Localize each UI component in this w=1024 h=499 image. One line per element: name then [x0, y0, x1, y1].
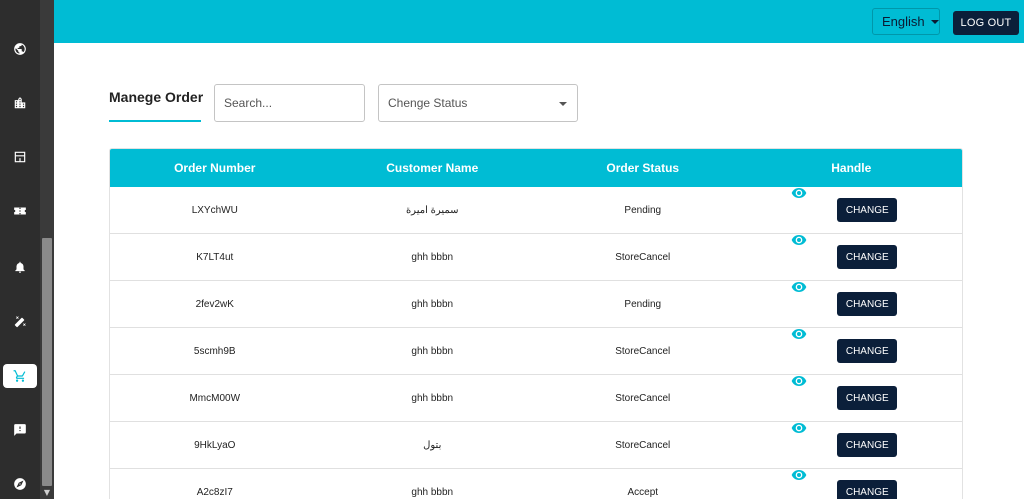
change-button[interactable]: CHANGE	[837, 198, 898, 222]
customer-name: ghh bbbn	[411, 345, 454, 357]
building-icon[interactable]	[3, 91, 37, 115]
store-icon[interactable]	[3, 145, 37, 169]
table-row: A2c8zI7 ghh bbbn Accept CHANGE	[110, 469, 962, 499]
globe-icon[interactable]	[3, 37, 37, 61]
order-number: A2c8zI7	[196, 486, 233, 498]
order-status: StoreCancel	[615, 392, 671, 404]
eye-icon[interactable]	[791, 185, 807, 201]
handle-cell: CHANGE	[741, 188, 962, 222]
order-status: StoreCancel	[615, 251, 671, 263]
order-number: 9HkLyaO	[194, 439, 236, 451]
table-header: Order Number Customer Name Order Status …	[110, 149, 962, 187]
change-button[interactable]: CHANGE	[837, 339, 898, 363]
change-button[interactable]: CHANGE	[837, 386, 898, 410]
customer-name: ghh bbbn	[411, 298, 454, 310]
handle-cell: CHANGE	[741, 376, 962, 410]
title-underline	[109, 120, 201, 122]
orders-table: Order Number Customer Name Order Status …	[109, 148, 963, 499]
eye-icon[interactable]	[791, 326, 807, 342]
language-select-value: English	[882, 14, 925, 29]
table-row: 5scmh9B ghh bbbn StoreCancel CHANGE	[110, 328, 962, 375]
eye-icon[interactable]	[791, 373, 807, 389]
eye-icon[interactable]	[791, 420, 807, 436]
order-number: 5scmh9B	[193, 345, 236, 357]
status-select[interactable]: Chenge Status	[378, 84, 578, 122]
table-row: MmcM00W ghh bbbn StoreCancel CHANGE	[110, 375, 962, 422]
change-button[interactable]: CHANGE	[837, 480, 898, 499]
header-order-number: Order Number	[174, 161, 256, 175]
order-number: 2fev2wK	[195, 298, 234, 310]
handle-cell: CHANGE	[741, 329, 962, 363]
logout-button[interactable]: LOG OUT	[953, 11, 1019, 35]
eye-icon[interactable]	[791, 232, 807, 248]
change-button[interactable]: CHANGE	[837, 245, 898, 269]
customer-name: بتول	[423, 439, 442, 451]
change-button[interactable]: CHANGE	[837, 292, 898, 316]
sidebar: ▼	[0, 0, 54, 499]
caret-down-icon	[559, 102, 567, 106]
customer-name: ghh bbbn	[411, 486, 454, 498]
table-row: 9HkLyaO بتول StoreCancel CHANGE	[110, 422, 962, 469]
order-status: Pending	[624, 204, 662, 216]
header-order-status: Order Status	[606, 161, 680, 175]
change-button[interactable]: CHANGE	[837, 433, 898, 457]
customer-name: ghh bbbn	[411, 392, 454, 404]
order-number: LXYchWU	[191, 204, 238, 216]
cart-icon[interactable]	[3, 364, 37, 388]
table-row: K7LT4ut ghh bbbn StoreCancel CHANGE	[110, 234, 962, 281]
handle-cell: CHANGE	[741, 282, 962, 316]
handle-cell: CHANGE	[741, 470, 962, 499]
explore-icon[interactable]	[3, 472, 37, 496]
language-select[interactable]: English	[872, 8, 940, 35]
sidebar-scrollbar-thumb[interactable]	[42, 238, 52, 486]
table-row: LXYchWU سميرة اميرة Pending CHANGE	[110, 187, 962, 234]
table-row: 2fev2wK ghh bbbn Pending CHANGE	[110, 281, 962, 328]
bell-icon[interactable]	[3, 255, 37, 279]
order-status: Accept	[627, 486, 659, 498]
ticket-icon[interactable]	[3, 199, 37, 223]
order-status: StoreCancel	[615, 345, 671, 357]
customer-name: ghh bbbn	[411, 251, 454, 263]
header-customer-name: Customer Name	[386, 161, 479, 175]
order-number: K7LT4ut	[196, 251, 234, 263]
page-title: Manege Order	[109, 89, 204, 105]
handle-cell: CHANGE	[741, 423, 962, 457]
order-status: Pending	[624, 298, 662, 310]
eye-icon[interactable]	[791, 467, 807, 483]
eye-icon[interactable]	[791, 279, 807, 295]
order-number: MmcM00W	[189, 392, 241, 404]
tools-icon[interactable]	[3, 310, 37, 334]
order-status: StoreCancel	[615, 439, 671, 451]
header-handle: Handle	[831, 161, 872, 175]
handle-cell: CHANGE	[741, 235, 962, 269]
customer-name: سميرة اميرة	[405, 204, 459, 216]
status-select-placeholder: Chenge Status	[388, 96, 468, 110]
caret-down-icon	[930, 19, 939, 24]
search-input[interactable]	[214, 84, 365, 122]
scroll-down-arrow-icon[interactable]: ▼	[42, 488, 52, 498]
feedback-icon[interactable]	[3, 418, 37, 442]
